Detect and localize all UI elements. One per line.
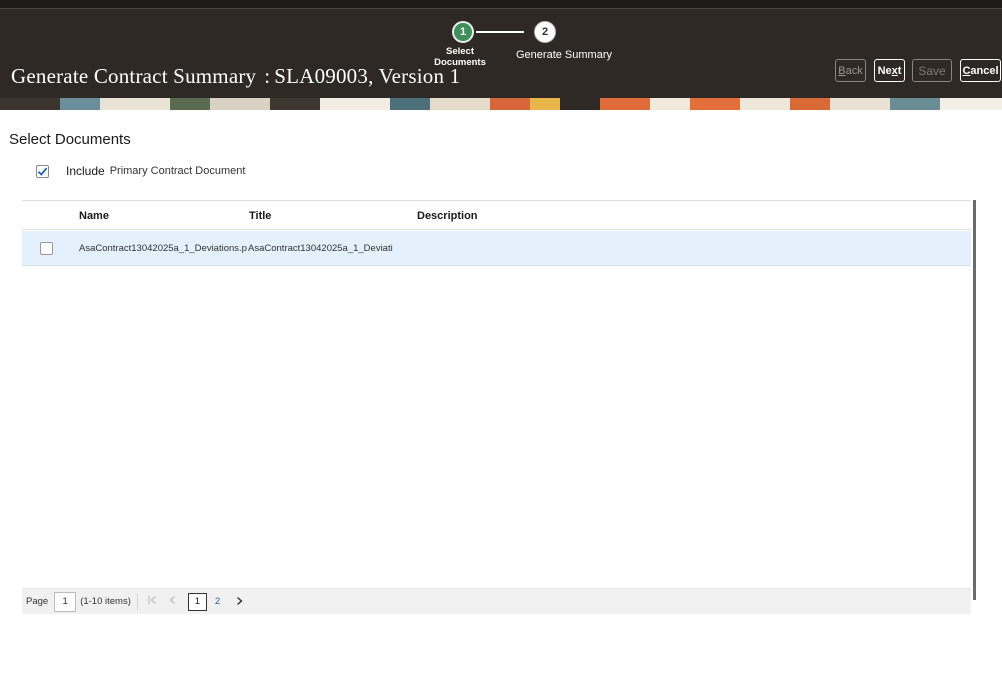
item-range: (1-10 items) xyxy=(80,596,131,607)
cancel-button[interactable]: Cancel xyxy=(960,59,1001,82)
next-label-post: t xyxy=(897,64,902,77)
cell-title: AsaContract13042025a_1_Deviati xyxy=(248,243,393,254)
title-separator: : xyxy=(264,64,271,88)
back-mnemonic: B xyxy=(838,64,846,77)
column-header-description[interactable]: Description xyxy=(417,210,478,222)
page-title: Generate Contract Summary: SLA09003, Vers… xyxy=(11,64,460,89)
column-header-name[interactable]: Name xyxy=(79,210,109,222)
title-main: Generate Contract Summary xyxy=(11,64,257,88)
next-button[interactable]: Ne x t xyxy=(874,59,905,82)
next-label-pre: Ne xyxy=(877,64,892,77)
page-2-link[interactable]: 2 xyxy=(215,596,220,607)
include-primary-row: Include Primary Contract Document xyxy=(36,164,245,178)
back-button[interactable]: Back xyxy=(835,59,866,82)
first-page-icon[interactable] xyxy=(148,595,157,608)
step-connector xyxy=(476,31,524,33)
page-1-button[interactable]: 1 xyxy=(187,592,207,611)
save-button[interactable]: Save xyxy=(912,59,952,82)
step-1-indicator[interactable]: 1 xyxy=(452,21,474,43)
include-sublabel: Primary Contract Document xyxy=(109,165,246,177)
step-2-indicator[interactable]: 2 xyxy=(534,21,556,43)
cancel-label-post: ancel xyxy=(970,64,999,77)
checkmark-icon xyxy=(37,167,48,176)
step-2-label: Generate Summary xyxy=(516,49,612,61)
include-label: Include xyxy=(66,164,105,178)
header-decoration xyxy=(0,98,1002,110)
page-number-input[interactable]: 1 xyxy=(54,591,77,612)
row-select-checkbox[interactable] xyxy=(40,242,53,255)
column-header-title[interactable]: Title xyxy=(249,210,271,222)
back-label-post: ack xyxy=(845,64,863,77)
documents-table: Name Title Description AsaContract130420… xyxy=(22,200,971,614)
table-header: Name Title Description xyxy=(22,201,971,230)
vertical-scrollbar[interactable] xyxy=(973,200,976,600)
pagination-bar: Page 1 (1-10 items) 1 2 xyxy=(22,588,971,614)
table-row[interactable]: AsaContract13042025a_1_Deviations.p AsaC… xyxy=(22,231,971,266)
next-page-icon[interactable] xyxy=(236,595,243,609)
step-1-label: Select Documents xyxy=(434,46,486,68)
top-strip xyxy=(0,0,1002,9)
section-title: Select Documents xyxy=(9,131,131,148)
step-train: 1 2 Select Documents Generate Summary xyxy=(430,20,630,70)
include-checkbox[interactable] xyxy=(36,164,49,178)
cancel-mnemonic: C xyxy=(962,64,971,77)
cell-name: AsaContract13042025a_1_Deviations.p xyxy=(79,243,247,254)
pager-divider xyxy=(136,593,138,610)
previous-page-icon[interactable] xyxy=(169,595,176,608)
page-header: Generate Contract Summary: SLA09003, Vers… xyxy=(0,0,1002,110)
page-label: Page xyxy=(26,596,49,607)
